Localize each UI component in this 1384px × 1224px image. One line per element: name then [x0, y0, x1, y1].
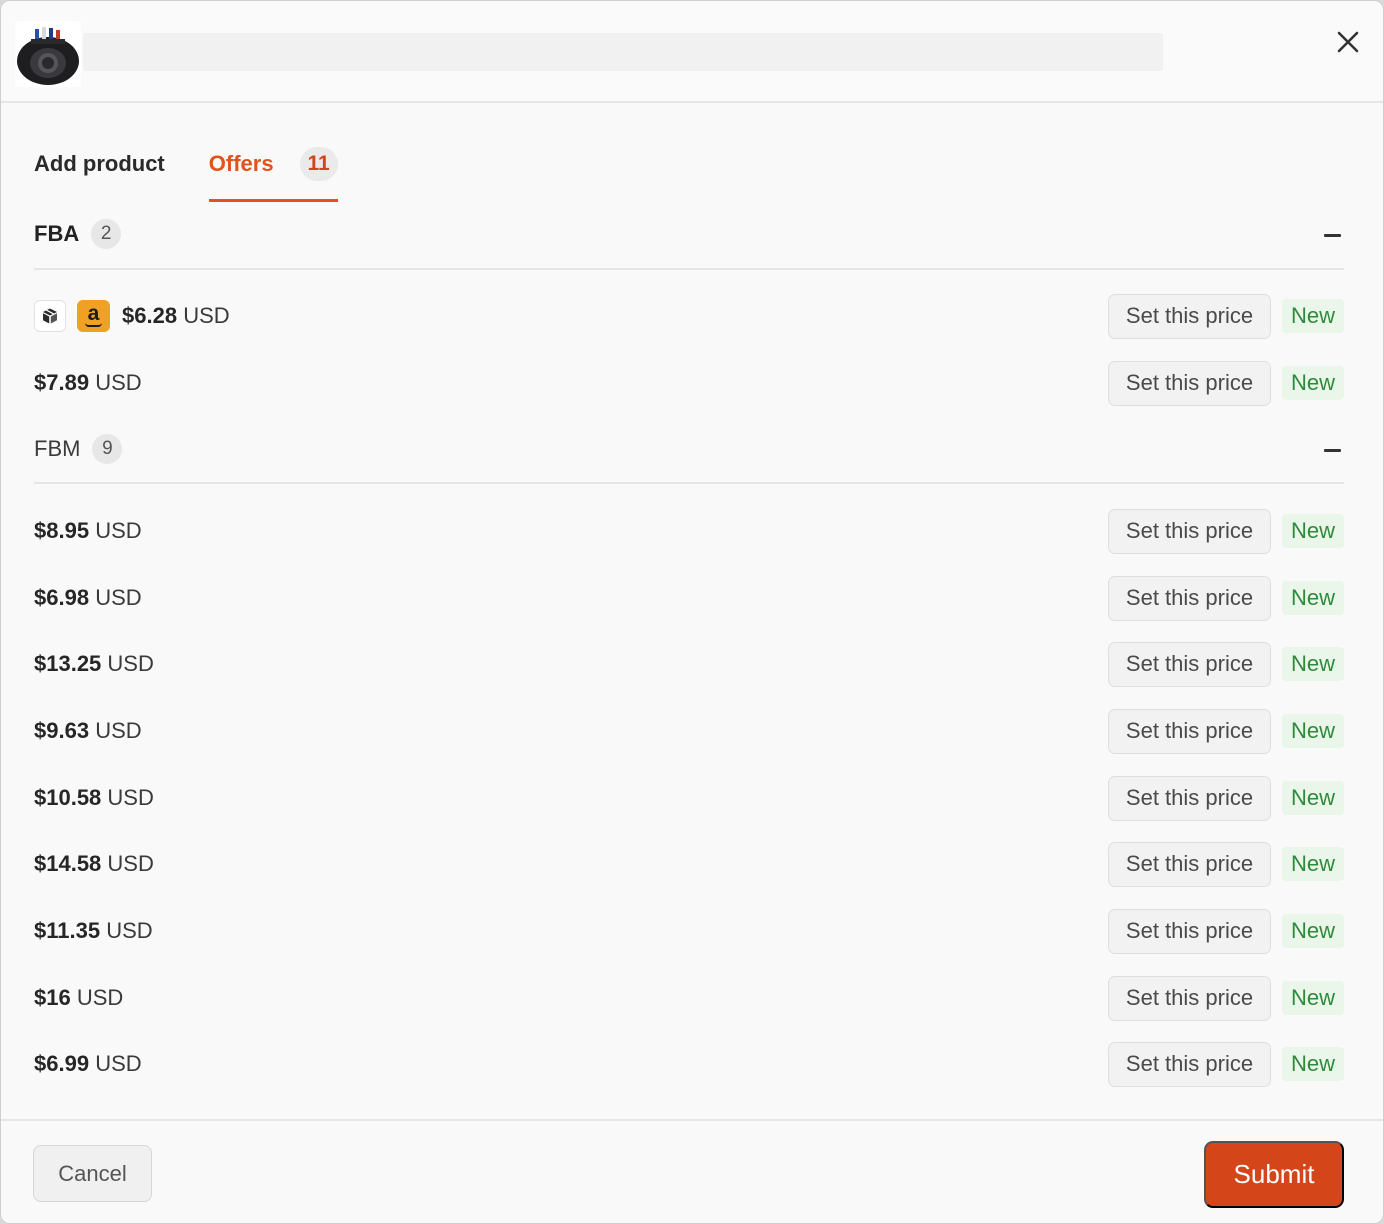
- tab-offers[interactable]: Offers 11: [208, 141, 338, 202]
- offer-actions: Set this price New: [1108, 360, 1344, 406]
- set-this-price-button[interactable]: Set this price: [1108, 641, 1271, 687]
- condition-badge: New: [1282, 714, 1344, 748]
- set-this-price-button[interactable]: Set this price: [1108, 360, 1271, 406]
- close-button[interactable]: [1331, 25, 1365, 59]
- tab-add-product-label: Add product: [34, 151, 165, 176]
- condition-badge: New: [1282, 781, 1344, 815]
- offers-modal: Add product Offers 11 FBA 2 a $6.28 USD …: [0, 0, 1384, 1224]
- offer-actions: Set this price New: [1108, 508, 1344, 554]
- offer-row: $6.98 USD Set this price New: [34, 575, 1344, 621]
- offer-actions: Set this price New: [1108, 841, 1344, 887]
- close-icon: [1337, 31, 1359, 53]
- fbm-section-title: FBM: [34, 436, 81, 461]
- condition-badge: New: [1282, 914, 1344, 948]
- offer-price: $8.95 USD: [34, 518, 142, 543]
- product-title-placeholder: [83, 33, 1163, 71]
- offer-actions: Set this price New: [1108, 641, 1344, 687]
- modal-header: [1, 1, 1383, 103]
- minus-icon: [1323, 448, 1341, 452]
- condition-badge: New: [1282, 581, 1344, 615]
- fba-collapse-button[interactable]: [1320, 223, 1344, 247]
- offer-row: $7.89 USD Set this price New: [34, 360, 1344, 406]
- set-this-price-button[interactable]: Set this price: [1108, 293, 1271, 339]
- offer-row: $8.95 USD Set this price New: [34, 508, 1344, 554]
- condition-badge: New: [1282, 1047, 1344, 1081]
- offer-actions: Set this price New: [1108, 1041, 1344, 1087]
- fba-section-header: FBA 2: [34, 219, 1344, 249]
- offers-count-badge: 11: [299, 147, 338, 181]
- set-this-price-button[interactable]: Set this price: [1108, 841, 1271, 887]
- offer-actions: Set this price New: [1108, 293, 1344, 339]
- product-image: [15, 21, 81, 87]
- divider: [34, 268, 1344, 270]
- offer-actions: Set this price New: [1108, 775, 1344, 821]
- amazon-icon: a: [77, 300, 110, 332]
- set-this-price-button[interactable]: Set this price: [1108, 708, 1271, 754]
- submit-button[interactable]: Submit: [1204, 1141, 1344, 1208]
- product-thumbnail: [15, 21, 81, 87]
- offer-actions: Set this price New: [1108, 708, 1344, 754]
- offer-actions: Set this price New: [1108, 575, 1344, 621]
- offer-row: $11.35 USD Set this price New: [34, 908, 1344, 954]
- package-icon: [34, 300, 66, 332]
- offer-price: $16 USD: [34, 985, 124, 1010]
- set-this-price-button[interactable]: Set this price: [1108, 975, 1271, 1021]
- offer-row: $16 USD Set this price New: [34, 975, 1344, 1021]
- offer-row: $9.63 USD Set this price New: [34, 708, 1344, 754]
- tab-offers-label: Offers: [208, 151, 274, 176]
- divider: [34, 482, 1344, 484]
- offer-row: $10.58 USD Set this price New: [34, 775, 1344, 821]
- offer-price: $13.25 USD: [34, 651, 154, 676]
- offer-price: $10.58 USD: [34, 785, 154, 810]
- set-this-price-button[interactable]: Set this price: [1108, 908, 1271, 954]
- offer-price: $6.99 USD: [34, 1051, 142, 1076]
- offer-actions: Set this price New: [1108, 908, 1344, 954]
- set-this-price-button[interactable]: Set this price: [1108, 508, 1271, 554]
- offer-price: $7.89 USD: [34, 370, 142, 395]
- offer-actions: Set this price New: [1108, 975, 1344, 1021]
- fbm-count-badge: 9: [92, 434, 123, 464]
- offer-price: $11.35 USD: [34, 918, 153, 943]
- offer-row: a $6.28 USD Set this price New: [34, 293, 1344, 339]
- offer-row: $6.99 USD Set this price New: [34, 1041, 1344, 1087]
- offer-row: $14.58 USD Set this price New: [34, 841, 1344, 887]
- offer-price: $14.58 USD: [34, 851, 154, 876]
- offer-price: $6.28 USD: [122, 303, 230, 328]
- set-this-price-button[interactable]: Set this price: [1108, 575, 1271, 621]
- condition-badge: New: [1282, 299, 1344, 333]
- offer-price: $6.98 USD: [34, 585, 142, 610]
- fbm-section-header: FBM 9: [34, 434, 1344, 464]
- set-this-price-button[interactable]: Set this price: [1108, 1041, 1271, 1087]
- fbm-collapse-button[interactable]: [1320, 438, 1344, 462]
- condition-badge: New: [1282, 647, 1344, 681]
- offer-row: $13.25 USD Set this price New: [34, 641, 1344, 687]
- tab-add-product[interactable]: Add product: [34, 141, 165, 187]
- modal-footer: Cancel Submit: [1, 1119, 1383, 1223]
- condition-badge: New: [1282, 514, 1344, 548]
- cancel-button[interactable]: Cancel: [33, 1145, 152, 1202]
- condition-badge: New: [1282, 847, 1344, 881]
- fba-count-badge: 2: [91, 219, 122, 249]
- condition-badge: New: [1282, 366, 1344, 400]
- minus-icon: [1323, 233, 1341, 237]
- set-this-price-button[interactable]: Set this price: [1108, 775, 1271, 821]
- fba-section-title: FBA: [34, 221, 80, 246]
- condition-badge: New: [1282, 981, 1344, 1015]
- tab-bar: Add product Offers 11: [34, 141, 338, 203]
- offer-price: $9.63 USD: [34, 718, 142, 743]
